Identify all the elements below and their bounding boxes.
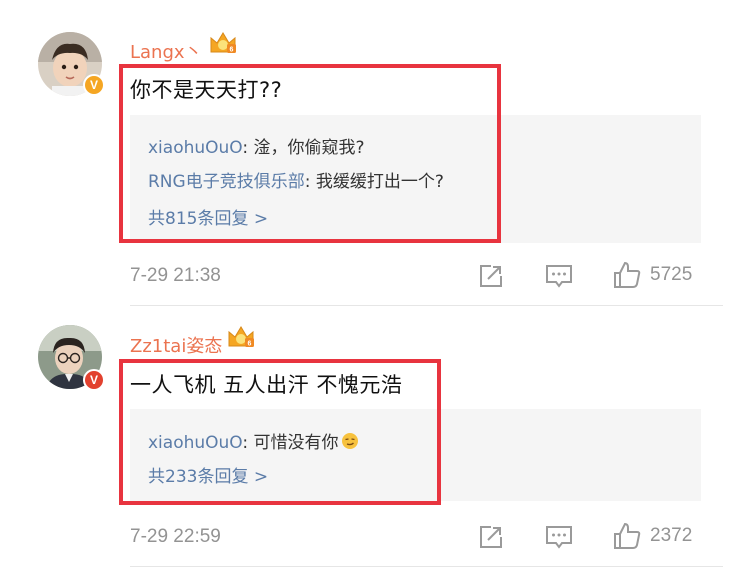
reply-author[interactable]: RNG电子竞技俱乐部: [148, 172, 305, 192]
divider: [130, 566, 723, 567]
username[interactable]: Zz1tai姿态: [130, 332, 222, 358]
like-button[interactable]: 5725: [612, 260, 692, 290]
thumbs-up-icon: [614, 522, 641, 549]
more-replies-link[interactable]: 共815条回复 >: [148, 204, 268, 229]
verified-badge-icon: V: [83, 74, 105, 96]
comment-text: 你不是天天打??: [130, 78, 283, 102]
reply-button[interactable]: [545, 524, 573, 550]
reply-author[interactable]: xiaohuOuO: [148, 433, 242, 453]
share-icon: [480, 526, 502, 548]
reply-text: : 淦，你偷窥我?: [242, 138, 365, 158]
like-count: 2372: [650, 525, 693, 546]
reply-line[interactable]: RNG电子竞技俱乐部: 我缓缓打出一个?: [148, 167, 444, 192]
vip-crown-icon: 6: [226, 324, 256, 350]
timestamp: 7-29 21:38: [130, 265, 221, 286]
comment-icon: [546, 265, 572, 288]
share-button[interactable]: [478, 524, 504, 550]
divider: [130, 305, 723, 306]
svg-text:6: 6: [230, 47, 234, 54]
timestamp: 7-29 22:59: [130, 526, 221, 547]
reply-line[interactable]: xiaohuOuO: 淦，你偷窥我?: [148, 133, 365, 158]
reply-text: : 可惜没有你: [242, 433, 339, 453]
like-button[interactable]: 2372: [612, 521, 692, 551]
reply-text: : 我缓缓打出一个?: [304, 172, 444, 192]
reply-author[interactable]: xiaohuOuO: [148, 138, 242, 158]
reply-button[interactable]: [545, 263, 573, 289]
thumbs-up-icon: [614, 261, 641, 288]
reply-preview-box[interactable]: [130, 409, 701, 501]
share-icon: [480, 265, 502, 287]
svg-text:6: 6: [248, 341, 252, 348]
username[interactable]: Langx丶: [130, 38, 203, 64]
smirk-emoji-icon: [341, 432, 359, 455]
comment-icon: [546, 526, 572, 549]
verified-badge-icon: V: [83, 369, 105, 391]
like-count: 5725: [650, 264, 693, 285]
reply-line[interactable]: xiaohuOuO: 可惜没有你: [148, 428, 359, 455]
comment-text: 一人飞机 五人出汗 不愧元浩: [130, 373, 403, 397]
more-replies-link[interactable]: 共233条回复 >: [148, 462, 268, 487]
share-button[interactable]: [478, 263, 504, 289]
vip-crown-icon: 6: [208, 30, 238, 56]
